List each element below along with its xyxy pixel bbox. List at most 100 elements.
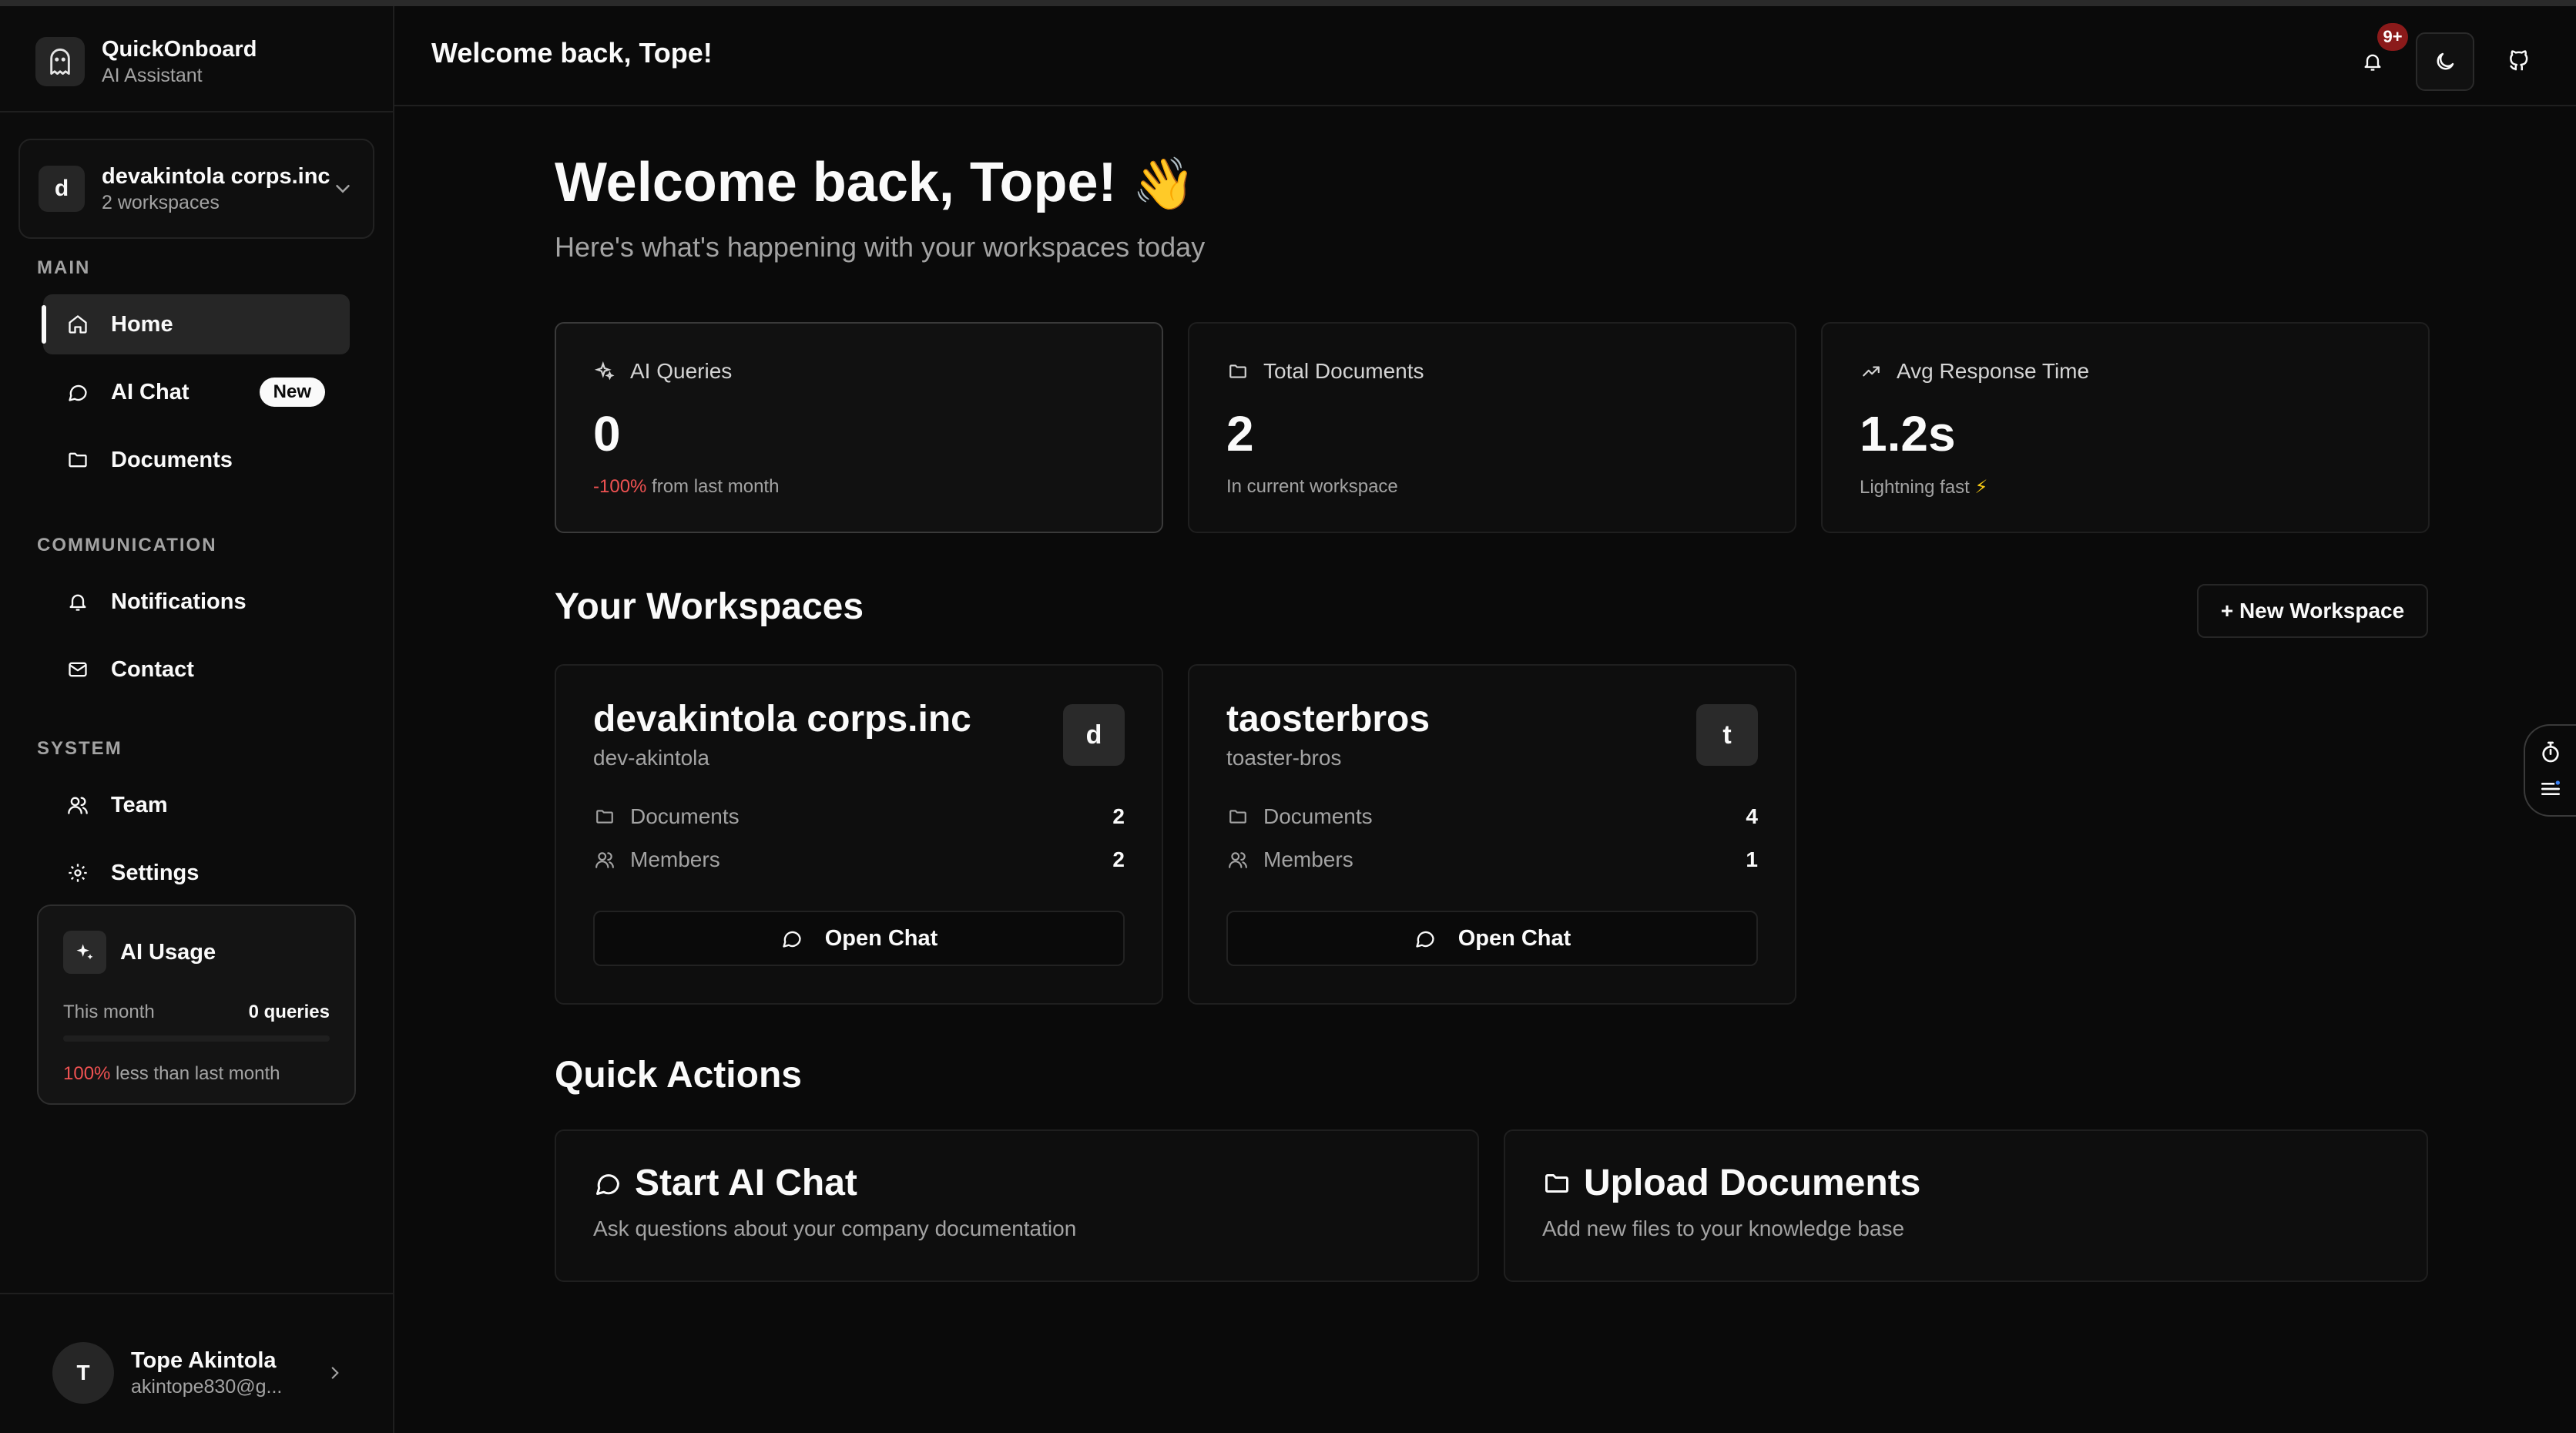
stat-label: AI Queries xyxy=(630,359,733,383)
user-menu[interactable]: T Tope Akintola akintope830@g... xyxy=(52,1342,345,1404)
usage-progress-bar xyxy=(63,1035,330,1042)
stat-card-ai-queries[interactable]: AI Queries 0 -100% from last month xyxy=(555,322,1163,533)
workspace-name: devakintola corps.inc xyxy=(102,164,330,189)
chevron-right-icon xyxy=(325,1363,345,1383)
mail-icon xyxy=(66,658,89,681)
chat-bubble-icon xyxy=(66,381,89,404)
new-workspace-button[interactable]: + New Workspace xyxy=(2197,584,2428,638)
quick-action-desc: Ask questions about your company documen… xyxy=(593,1217,1077,1240)
moon-icon xyxy=(2433,50,2457,73)
sidebar-item-home[interactable]: Home xyxy=(42,294,350,354)
quick-action-upload-documents[interactable]: Upload Documents Add new files to your k… xyxy=(1504,1129,2428,1282)
page-title-text: Welcome back, Tope! xyxy=(555,152,1117,213)
users-icon xyxy=(1226,848,1249,871)
user-name: Tope Akintola xyxy=(131,1348,277,1373)
workspace-card-slug: dev-akintola xyxy=(593,746,709,770)
workspace-card-avatar: t xyxy=(1696,704,1758,766)
workspace-count: 2 workspaces xyxy=(102,192,220,213)
folder-icon xyxy=(1226,805,1249,828)
folder-icon xyxy=(66,448,89,472)
sidebar-item-label: AI Chat xyxy=(111,379,190,404)
stat-value: 1.2s xyxy=(1860,406,1956,461)
folder-icon xyxy=(1542,1169,1571,1198)
floating-tools-widget xyxy=(2524,724,2576,817)
workspace-card-name: devakintola corps.inc xyxy=(593,699,971,740)
ai-usage-card: AI Usage This month 0 queries 100% less … xyxy=(37,904,356,1105)
documents-count: 4 xyxy=(1746,804,1758,828)
user-email: akintope830@g... xyxy=(131,1376,283,1398)
stat-note: from last month xyxy=(646,476,780,497)
brand[interactable]: QuickOnboard AI Assistant xyxy=(35,35,257,88)
stat-card-avg-response[interactable]: Avg Response Time 1.2s Lightning fast ⚡ xyxy=(1821,322,2430,533)
sidebar-item-label: Settings xyxy=(111,860,200,885)
avatar: T xyxy=(52,1342,114,1404)
usage-change-text: less than last month xyxy=(110,1063,280,1084)
app-subtitle: AI Assistant xyxy=(102,65,203,86)
page-title: Welcome back, Tope! 👋 xyxy=(555,151,1196,214)
trending-up-icon xyxy=(1860,360,1883,383)
usage-period-label: This month xyxy=(63,1002,155,1022)
gear-icon xyxy=(66,861,89,884)
workspace-card-avatar: d xyxy=(1063,704,1125,766)
sidebar-item-team[interactable]: Team xyxy=(43,775,350,835)
github-button[interactable] xyxy=(2490,32,2548,91)
documents-count: 2 xyxy=(1112,804,1125,828)
bell-icon xyxy=(2362,51,2383,72)
list-icon[interactable] xyxy=(2538,777,2563,801)
chevron-down-icon xyxy=(331,177,354,200)
workspace-card-slug: toaster-bros xyxy=(1226,746,1342,770)
section-label-communication: COMMUNICATION xyxy=(37,535,217,555)
workspace-members-row: Members 1 xyxy=(1226,847,1758,872)
workspace-members-row: Members 2 xyxy=(593,847,1125,872)
sidebar-item-notifications[interactable]: Notifications xyxy=(43,572,350,632)
stat-value: 0 xyxy=(593,406,621,461)
home-icon xyxy=(66,313,89,336)
sidebar-item-settings[interactable]: Settings xyxy=(43,843,350,903)
workspace-documents-row: Documents 4 xyxy=(1226,804,1758,829)
theme-toggle-button[interactable] xyxy=(2416,32,2474,91)
stat-note: Lightning fast xyxy=(1860,477,1975,498)
sidebar-item-label: Team xyxy=(111,792,168,817)
chat-bubble-icon xyxy=(1414,927,1437,950)
stat-note: In current workspace xyxy=(1226,476,1398,497)
stat-value: 2 xyxy=(1226,406,1254,461)
quick-action-title: Upload Documents xyxy=(1584,1163,1921,1203)
sidebar-item-label: Contact xyxy=(111,656,194,682)
section-label-system: SYSTEM xyxy=(37,738,122,759)
usage-title: AI Usage xyxy=(120,939,216,965)
members-label: Members xyxy=(630,847,720,871)
documents-label: Documents xyxy=(630,804,740,828)
documents-label: Documents xyxy=(1263,804,1373,828)
workspace-card-name: taosterbros xyxy=(1226,699,1431,740)
quick-actions-heading: Quick Actions xyxy=(555,1055,802,1096)
open-chat-button[interactable]: Open Chat xyxy=(1226,911,1758,966)
sidebar-item-documents[interactable]: Documents xyxy=(43,430,350,490)
stat-change: -100% xyxy=(593,476,647,497)
workspace-avatar: d xyxy=(39,166,85,212)
usage-period-value: 0 queries xyxy=(248,1002,330,1022)
stat-card-total-documents[interactable]: Total Documents 2 In current workspace xyxy=(1188,322,1796,533)
members-label: Members xyxy=(1263,847,1353,871)
quick-action-start-chat[interactable]: Start AI Chat Ask questions about your c… xyxy=(555,1129,1479,1282)
workspace-documents-row: Documents 2 xyxy=(593,804,1125,829)
sidebar-item-label: Notifications xyxy=(111,589,247,614)
open-chat-button[interactable]: Open Chat xyxy=(593,911,1125,966)
stopwatch-icon[interactable] xyxy=(2538,740,2563,764)
sidebar-divider xyxy=(0,111,393,112)
workspace-card-taosterbros[interactable]: taosterbros toaster-bros t Documents 4 M… xyxy=(1188,664,1796,1005)
workspace-card-devakintola[interactable]: devakintola corps.inc dev-akintola d Doc… xyxy=(555,664,1163,1005)
github-icon xyxy=(2507,50,2531,73)
sidebar-item-contact[interactable]: Contact xyxy=(43,639,350,700)
notification-badge: 9+ xyxy=(2377,23,2408,51)
sidebar-divider xyxy=(0,1293,393,1294)
lightning-emoji: ⚡ xyxy=(1974,477,1988,498)
open-chat-label: Open Chat xyxy=(824,925,938,951)
usage-change-pct: 100% xyxy=(63,1063,111,1084)
section-label-main: MAIN xyxy=(37,257,91,278)
sparkles-icon xyxy=(63,931,106,974)
header-title: Welcome back, Tope! xyxy=(431,37,713,69)
workspace-switcher[interactable]: d devakintola corps.inc 2 workspaces xyxy=(18,139,374,239)
sidebar-item-ai-chat[interactable]: AI Chat New xyxy=(43,362,350,422)
bell-icon xyxy=(66,590,89,613)
wave-emoji: 👋 xyxy=(1132,155,1196,212)
